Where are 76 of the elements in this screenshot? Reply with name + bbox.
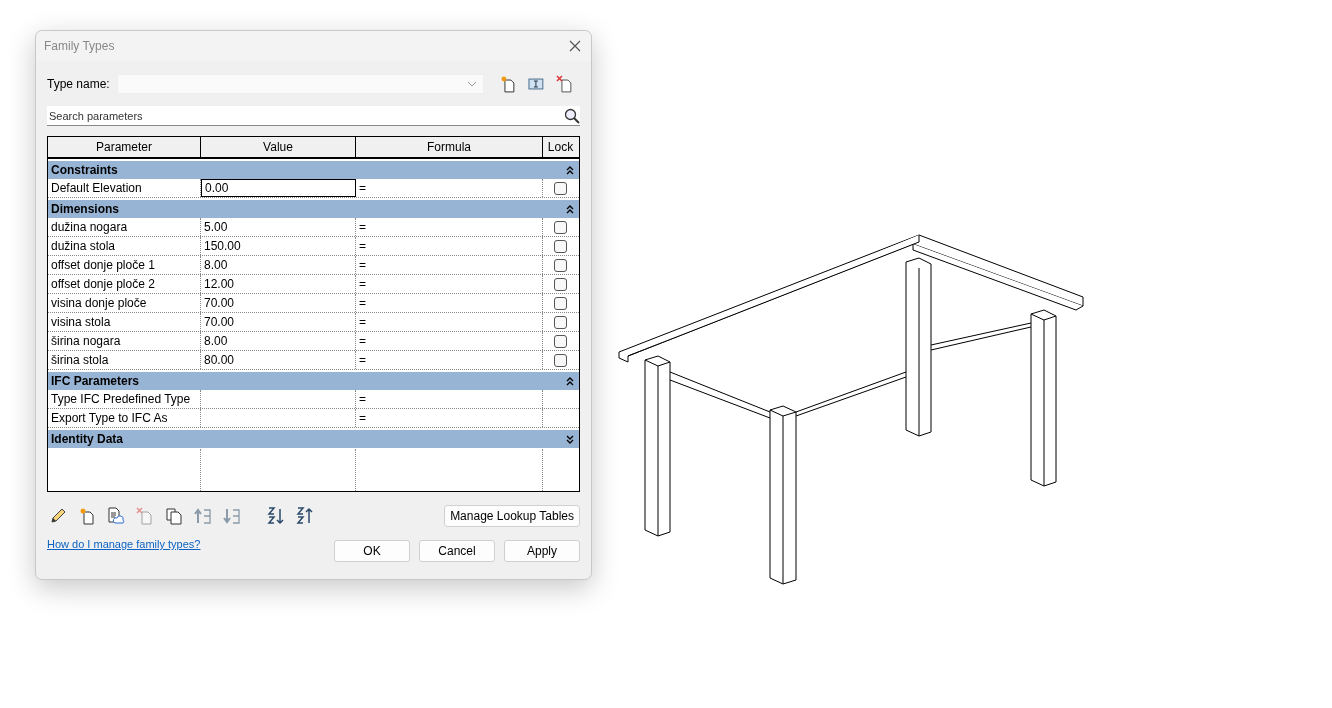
parameter-name: širina nogara	[48, 332, 201, 350]
manage-lookup-tables-button[interactable]: Manage Lookup Tables	[444, 505, 580, 527]
help-link[interactable]: How do I manage family types?	[47, 538, 201, 550]
copy-icon[interactable]	[165, 507, 183, 525]
value-cell[interactable]: 70.00	[201, 313, 356, 331]
lock-checkbox[interactable]	[554, 296, 567, 310]
collapse-icon[interactable]	[566, 165, 574, 175]
parameter-name: offset donje ploče 1	[48, 256, 201, 274]
value-cell[interactable]: 5.00	[201, 218, 356, 236]
group-header[interactable]: IFC Parameters	[48, 372, 579, 390]
formula-cell[interactable]: =	[356, 390, 543, 408]
parameter-name: visina stola	[48, 313, 201, 331]
dialog-button[interactable]: Cancel	[419, 540, 495, 562]
chevron-down-icon	[466, 81, 477, 87]
close-icon[interactable]	[569, 40, 581, 52]
group-header[interactable]: Constraints	[48, 161, 579, 179]
group-name: Identity Data	[51, 432, 123, 446]
lock-checkbox[interactable]	[554, 220, 567, 234]
group-name: IFC Parameters	[51, 374, 140, 388]
formula-cell[interactable]: =	[356, 218, 543, 236]
lock-checkbox[interactable]	[554, 258, 567, 272]
value-cell[interactable]: 8.00	[201, 256, 356, 274]
move-down-icon[interactable]	[223, 507, 241, 525]
formula-cell[interactable]: =	[356, 256, 543, 274]
move-up-icon[interactable]	[194, 507, 212, 525]
formula-cell[interactable]: =	[356, 237, 543, 255]
parameter-name: dužina nogara	[48, 218, 201, 236]
sort-ascending-icon[interactable]	[267, 507, 285, 525]
parameter-name: Type IFC Predefined Type	[48, 390, 201, 408]
lock-checkbox[interactable]	[554, 277, 567, 291]
value-cell[interactable]: 0.00	[201, 179, 356, 197]
formula-cell[interactable]: =	[356, 275, 543, 293]
delete-document-icon[interactable]	[556, 75, 574, 93]
dialog-button[interactable]: OK	[334, 540, 410, 562]
group-header[interactable]: Identity Data	[48, 430, 579, 448]
sort-descending-icon[interactable]	[296, 507, 314, 525]
lock-checkbox[interactable]	[554, 239, 567, 253]
parameter-name: širina stola	[48, 351, 201, 369]
group-name: Constraints	[51, 163, 118, 177]
value-cell[interactable]: 150.00	[201, 237, 356, 255]
search-icon[interactable]	[564, 107, 580, 124]
value-cell[interactable]: 12.00	[201, 275, 356, 293]
parameter-name: visina donje ploče	[48, 294, 201, 312]
collapse-icon[interactable]	[566, 204, 574, 214]
lock-checkbox[interactable]	[554, 353, 567, 367]
lock-checkbox[interactable]	[554, 181, 567, 195]
parameter-name: offset donje ploče 2	[48, 275, 201, 293]
parameter-name: dužina stola	[48, 237, 201, 255]
formula-cell[interactable]: =	[356, 351, 543, 369]
value-cell[interactable]: 8.00	[201, 332, 356, 350]
lock-checkbox[interactable]	[554, 334, 567, 348]
dialog-button[interactable]: Apply	[504, 540, 580, 562]
collapse-icon[interactable]	[566, 376, 574, 386]
shared-parameter-icon[interactable]	[107, 507, 125, 525]
formula-cell[interactable]: =	[356, 313, 543, 331]
formula-cell[interactable]: =	[356, 294, 543, 312]
column-header[interactable]: Lock	[543, 137, 578, 157]
value-cell[interactable]: 80.00	[201, 351, 356, 369]
formula-cell[interactable]: =	[356, 409, 543, 427]
pencil-icon[interactable]	[49, 507, 67, 525]
parameter-name: Export Type to IFC As	[48, 409, 201, 427]
lock-checkbox[interactable]	[554, 315, 567, 329]
value-cell[interactable]: 70.00	[201, 294, 356, 312]
group-name: Dimensions	[51, 202, 119, 216]
parameter-name: Default Elevation	[48, 179, 201, 197]
formula-cell[interactable]: =	[356, 332, 543, 350]
rename-icon[interactable]	[527, 75, 546, 93]
column-header[interactable]: Formula	[356, 137, 543, 157]
type-name-label: Type name:	[47, 77, 111, 91]
new-parameter-icon[interactable]	[78, 507, 96, 525]
window-title: Family Types	[44, 39, 115, 53]
group-header[interactable]: Dimensions	[48, 200, 579, 218]
formula-cell[interactable]: =	[356, 179, 543, 197]
expand-icon[interactable]	[566, 434, 574, 444]
column-header[interactable]: Parameter	[48, 137, 201, 157]
column-header[interactable]: Value	[201, 137, 356, 157]
